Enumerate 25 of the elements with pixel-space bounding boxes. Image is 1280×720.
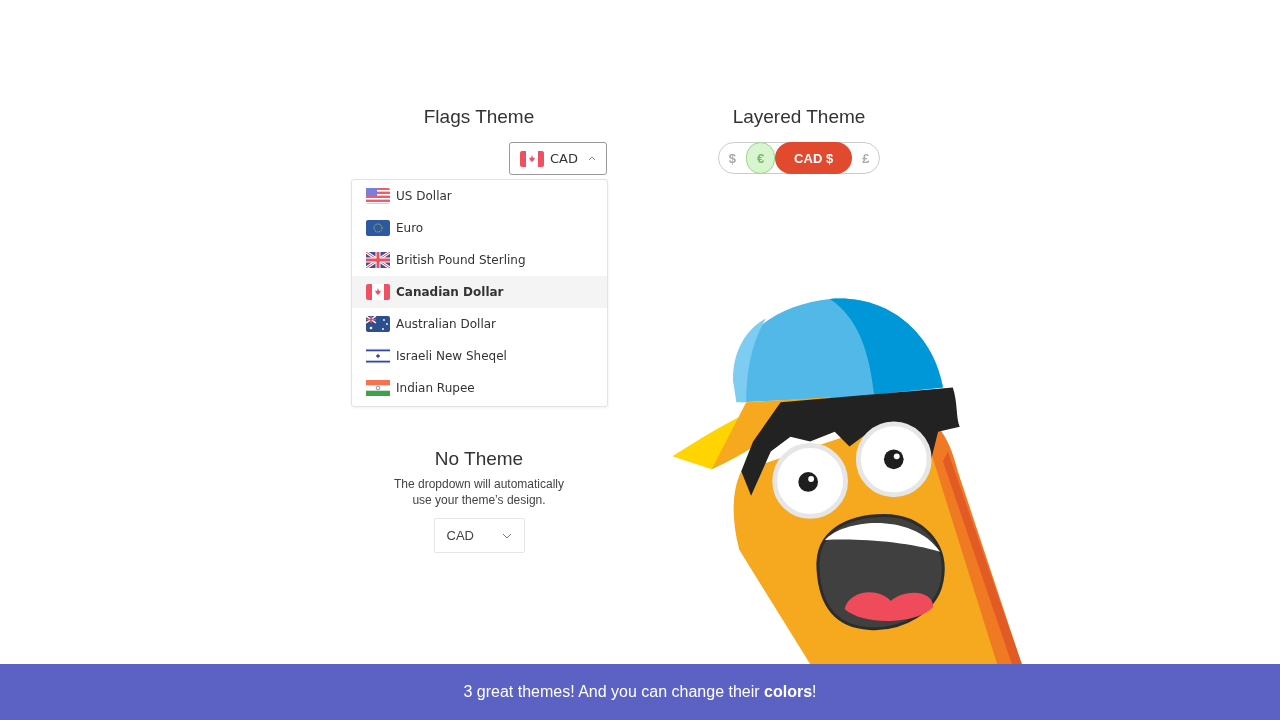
currency-option[interactable]: Euro — [352, 212, 607, 244]
promo-text: 3 great themes! And you can change their colors! — [463, 683, 817, 701]
section-title: No Theme — [434, 448, 524, 470]
canada-flag-icon — [366, 284, 390, 300]
currency-option[interactable]: Canadian Dollar — [352, 276, 607, 308]
israel-flag-icon — [366, 348, 390, 364]
eu-flag-icon — [366, 220, 390, 236]
currency-select[interactable]: CAD — [433, 518, 525, 553]
uk-flag-icon — [366, 252, 390, 268]
caret-icon — [588, 156, 596, 161]
currency-option[interactable]: CAD $ — [775, 142, 853, 174]
section-title: Flags Theme — [423, 106, 535, 128]
us-flag-icon — [366, 188, 390, 204]
currency-option[interactable]: US Dollar — [352, 180, 607, 212]
chevron-down-icon — [501, 532, 512, 539]
india-flag-icon — [366, 380, 390, 396]
section-title: Layered Theme — [732, 106, 866, 128]
description-text: The dropdown will automatically use your theme’s design. — [392, 476, 566, 508]
currency-option[interactable]: British Pound Sterling — [352, 244, 607, 276]
currency-option[interactable]: Indian Rupee — [352, 372, 607, 404]
currency-dropdown[interactable]: CAD — [509, 142, 607, 175]
australia-flag-icon — [366, 316, 390, 332]
currency-option[interactable]: Israeli New Sheqel — [352, 340, 607, 372]
canada-flag-icon — [520, 150, 544, 167]
currency-option[interactable]: Australian Dollar — [352, 308, 607, 340]
